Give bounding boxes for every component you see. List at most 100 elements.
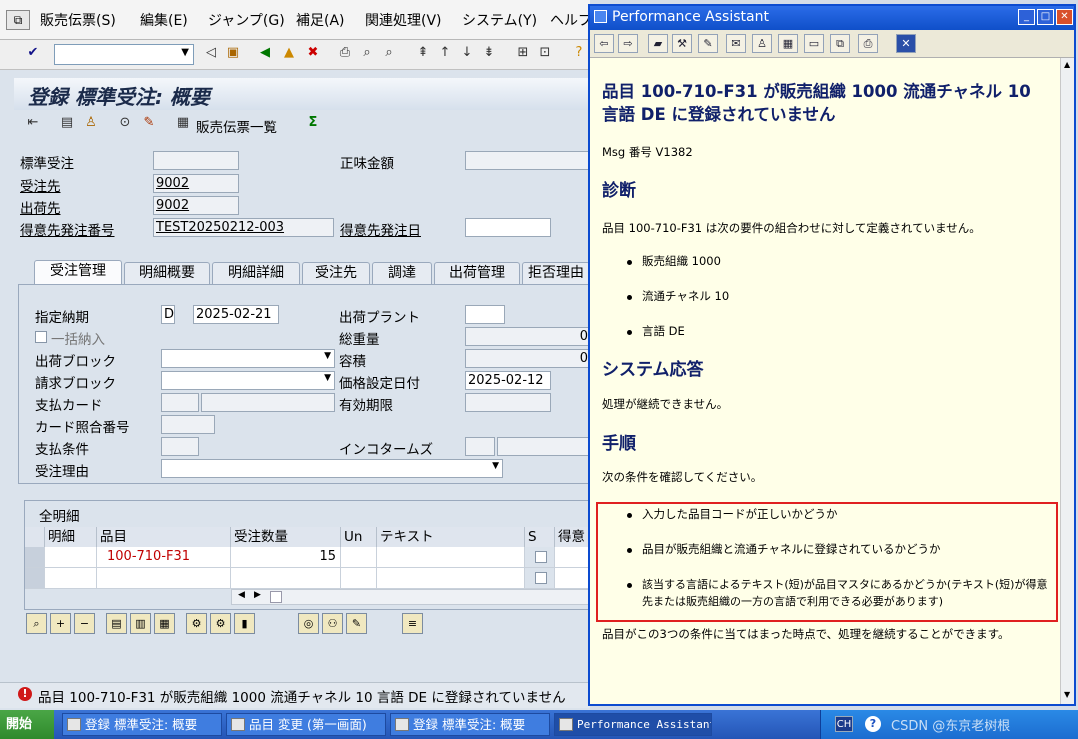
prev-page-icon[interactable]: ↑ <box>436 44 454 62</box>
tab-item-detail[interactable]: 明細詳細 <box>212 262 300 284</box>
delivery-block-dropdown[interactable]: ▼ <box>161 349 335 368</box>
ship-to-field[interactable]: 9002 <box>153 196 239 215</box>
task-button-active[interactable]: Performance Assistant <box>554 713 712 736</box>
menu-help[interactable]: ヘルプ <box>550 10 592 30</box>
cell-customer[interactable] <box>555 547 591 568</box>
system-menu-icon[interactable]: ⧉ <box>6 10 30 30</box>
header-details-icon[interactable]: ▤ <box>58 114 76 132</box>
select-block-button[interactable]: ▦ <box>154 613 175 634</box>
column-header-material[interactable]: 品目 <box>97 527 231 547</box>
po-date-field[interactable] <box>465 218 551 237</box>
table-icon[interactable]: ▦ <box>778 34 798 53</box>
column-header-item[interactable]: 明細 <box>45 527 97 547</box>
pricing-button[interactable]: ⚙ <box>210 613 231 634</box>
back-icon[interactable]: ⇦ <box>594 34 614 53</box>
tab-shipping[interactable]: 出荷管理 <box>434 262 520 284</box>
note-icon[interactable]: ✉ <box>726 34 746 53</box>
tab-procurement[interactable]: 調達 <box>372 262 432 284</box>
cell-material[interactable]: 100-710-F31 <box>97 547 231 568</box>
last-page-icon[interactable]: ⇟ <box>480 44 498 62</box>
row-selector[interactable] <box>25 568 45 589</box>
menu-system[interactable]: システム(Y) <box>462 10 537 30</box>
cell-unit[interactable] <box>341 547 377 568</box>
copy-icon[interactable]: ⧉ <box>830 34 850 53</box>
select-all-button[interactable]: ▤ <box>106 613 127 634</box>
tech-info-icon[interactable]: ⚒ <box>672 34 692 53</box>
payment-terms-field[interactable] <box>161 437 199 456</box>
sold-to-field[interactable]: 9002 <box>153 174 239 193</box>
payment-card-type-field[interactable] <box>161 393 199 412</box>
horizontal-scrollbar[interactable]: ◀ ▶ <box>231 589 591 605</box>
insert-row-button[interactable]: + <box>50 613 71 634</box>
sum-icon[interactable]: Σ <box>304 114 322 132</box>
order-number-field[interactable] <box>153 151 239 170</box>
doc-list-button[interactable]: 販売伝票一覧 <box>196 116 277 136</box>
scroll-down-icon[interactable]: ▼ <box>1064 690 1070 699</box>
start-button[interactable]: 開始 <box>0 710 54 739</box>
partner-icon[interactable]: ♙ <box>82 114 100 132</box>
pricing-date-field[interactable]: 2025-02-12 <box>465 371 551 390</box>
availability-button[interactable]: ◎ <box>298 613 319 634</box>
vertical-scrollbar[interactable]: ▲ ▼ <box>1060 58 1074 704</box>
book-icon[interactable]: ▰ <box>648 34 668 53</box>
edit-icon[interactable]: ✎ <box>698 34 718 53</box>
column-header-quantity[interactable]: 受注数量 <box>231 527 341 547</box>
scroll-left-icon[interactable]: ◀ <box>238 590 245 600</box>
print-icon[interactable]: ⎙ <box>858 34 878 53</box>
incoterms-field-2[interactable] <box>497 437 591 456</box>
task-button[interactable]: 登録 標準受注: 概要 <box>390 713 550 736</box>
task-button[interactable]: 品目 変更 (第一画面) <box>226 713 386 736</box>
help-icon[interactable]: ? <box>570 44 588 62</box>
cell-quantity[interactable] <box>231 568 341 589</box>
new-session-icon[interactable]: ⊞ <box>514 44 532 62</box>
exit-icon[interactable]: ✕ <box>896 34 916 53</box>
print-icon[interactable]: ⎙ <box>336 44 354 62</box>
cell-customer[interactable] <box>555 568 591 589</box>
cell-item[interactable] <box>45 568 97 589</box>
task-button[interactable]: 登録 標準受注: 概要 <box>62 713 222 736</box>
tab-reason-rejection[interactable]: 拒否理由 <box>522 262 590 284</box>
menu-sales-doc[interactable]: 販売伝票(S) <box>40 10 116 30</box>
change-button[interactable]: ✎ <box>346 613 367 634</box>
delivering-plant-field[interactable] <box>465 305 505 324</box>
complete-delivery-checkbox[interactable] <box>35 331 47 343</box>
delete-row-button[interactable]: − <box>74 613 95 634</box>
header-display-icon[interactable]: ⇤ <box>24 114 42 132</box>
column-header-customer[interactable]: 得意 <box>555 527 591 547</box>
more-button[interactable]: ≡ <box>402 613 423 634</box>
req-delivery-date-field[interactable]: 2025-02-21 <box>193 305 279 324</box>
help-icon[interactable]: ? <box>865 716 881 732</box>
maximize-icon[interactable]: □ <box>1037 9 1054 25</box>
card-verification-field[interactable] <box>161 415 215 434</box>
next-page-icon[interactable]: ↓ <box>458 44 476 62</box>
tab-sales[interactable]: 受注管理 <box>34 260 122 285</box>
scroll-thumb[interactable] <box>270 591 282 603</box>
billing-block-dropdown[interactable]: ▼ <box>161 371 335 390</box>
date-type-field[interactable]: D <box>161 305 175 324</box>
order-reason-dropdown[interactable]: ▼ <box>161 459 503 478</box>
exit-icon[interactable]: ▲ <box>280 44 298 62</box>
shortcut-icon[interactable]: ⊡ <box>536 44 554 62</box>
column-header-unit[interactable]: Un <box>341 527 377 547</box>
valid-to-field[interactable] <box>465 393 551 412</box>
status-message[interactable]: 品目 100-710-F31 が販売組織 1000 流通チャネル 10 言語 D… <box>38 686 566 706</box>
cell-unit[interactable] <box>341 568 377 589</box>
back-arrow-icon[interactable]: ◁ <box>202 44 220 62</box>
configuration-button[interactable]: ⚙ <box>186 613 207 634</box>
link-icon[interactable]: ▭ <box>804 34 824 53</box>
schedule-lines-button[interactable]: ▮ <box>234 613 255 634</box>
cancel-icon[interactable]: ✖ <box>304 44 322 62</box>
menu-extras[interactable]: 補足(A) <box>296 10 345 30</box>
save-icon[interactable]: ▣ <box>224 44 242 62</box>
find-next-icon[interactable]: ⌕ <box>380 44 398 62</box>
user-icon[interactable]: ♙ <box>752 34 772 53</box>
row-selector[interactable] <box>25 547 45 568</box>
item-detail-button[interactable]: ⌕ <box>26 613 47 634</box>
status-checkbox[interactable] <box>535 572 547 584</box>
po-number-field[interactable]: TEST20250212-003 <box>153 218 334 237</box>
enter-icon[interactable]: ✔ <box>24 44 42 62</box>
command-field[interactable]: ▼ <box>54 44 194 65</box>
minimize-icon[interactable]: _ <box>1018 9 1035 25</box>
language-indicator[interactable]: CH <box>835 716 853 732</box>
menu-environment[interactable]: 関連処理(V) <box>365 10 442 30</box>
